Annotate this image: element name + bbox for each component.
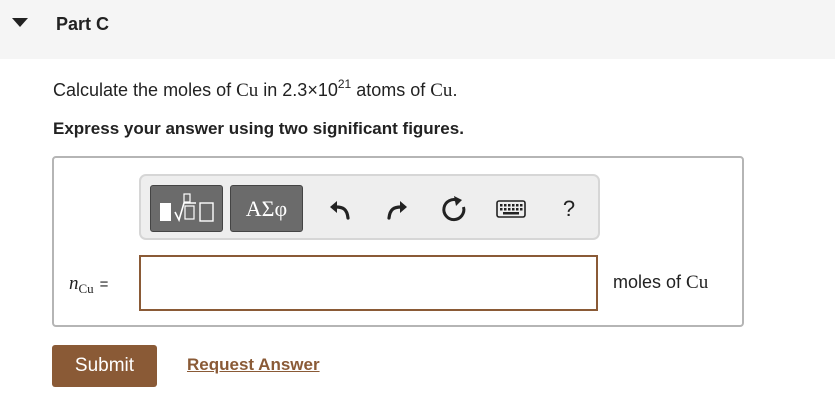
answer-box: ΑΣφ ? nCu = moles of Cu [52,156,744,327]
question-text: Calculate the moles of Cu in 2.3×1021 at… [53,77,458,102]
units-label: moles of Cu [613,272,708,294]
request-answer-link[interactable]: Request Answer [187,355,320,375]
variable-n: n [69,273,79,294]
equals-sign: = [99,276,109,293]
templates-button[interactable] [150,185,223,232]
keyboard-button[interactable] [496,194,526,224]
exponent: 21 [337,77,352,91]
element-cu-2: Cu [430,80,453,101]
instruction-text: Express your answer using two significan… [53,119,464,138]
redo-button[interactable] [382,194,412,224]
units-element: Cu [686,272,709,293]
answer-input[interactable] [139,255,598,311]
units-prefix: moles of [613,272,687,292]
help-button[interactable]: ? [554,194,584,224]
part-header: Part C [0,0,835,59]
variable-subscript: Cu [78,281,94,296]
question-atoms-text: atoms of [351,80,431,100]
question-suffix: . [452,80,458,100]
question-in-text: in 2.3×10 [258,80,338,100]
undo-button[interactable] [325,194,355,224]
templates-icon [159,192,214,222]
greek-symbols-button[interactable]: ΑΣφ [230,185,303,232]
question-prefix: Calculate the moles of [53,80,237,100]
undo-icon [330,201,350,220]
submit-button[interactable]: Submit [52,345,157,387]
keyboard-icon [496,200,526,218]
variable-label: nCu = [69,273,109,296]
caret-down-icon[interactable] [12,18,28,27]
reset-icon [442,196,466,222]
reset-button[interactable] [439,194,469,224]
element-cu: Cu [236,80,259,101]
math-toolbar: ΑΣφ ? [139,174,600,240]
redo-icon [387,201,407,220]
part-title: Part C [56,14,110,34]
